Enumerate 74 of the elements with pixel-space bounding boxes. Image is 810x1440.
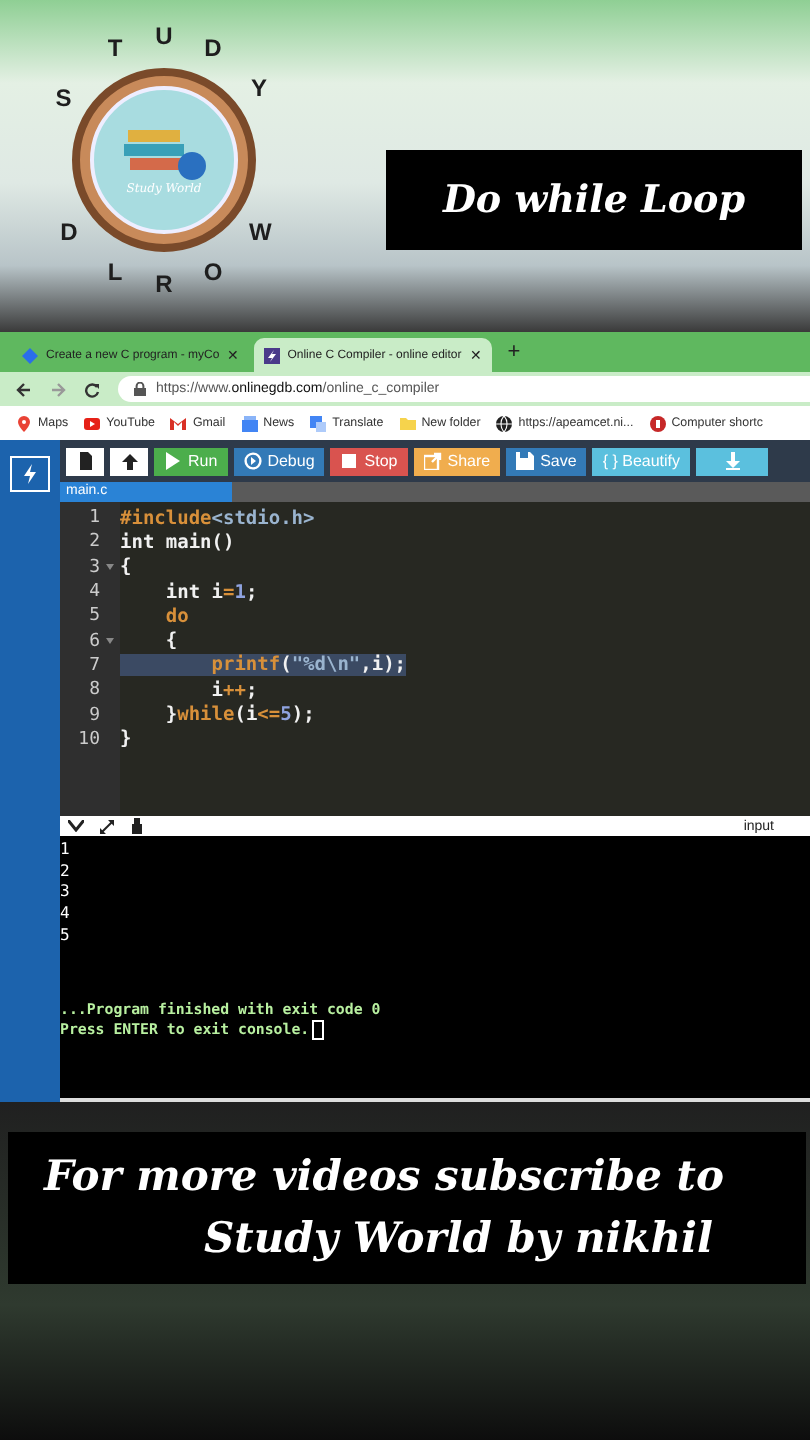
resize-icon bbox=[100, 819, 114, 833]
logo-letter: U bbox=[154, 22, 174, 50]
console-output: 4 bbox=[60, 904, 72, 926]
share-icon bbox=[423, 452, 442, 470]
play-icon bbox=[164, 452, 182, 470]
line-number: 6 bbox=[87, 631, 100, 652]
floppy-icon bbox=[516, 452, 535, 470]
diamond-icon bbox=[22, 347, 38, 363]
fold-caret-icon bbox=[106, 638, 114, 645]
file-icon bbox=[76, 452, 94, 470]
video-title: Do while Loop bbox=[386, 150, 802, 250]
map-pin-icon bbox=[16, 415, 32, 431]
console-output: 5 bbox=[60, 925, 72, 948]
line-number: 2 bbox=[87, 532, 100, 553]
logo-letter: R bbox=[154, 270, 174, 298]
clear-icon bbox=[130, 818, 144, 834]
books-icon bbox=[120, 125, 208, 181]
code-line: i++; bbox=[209, 679, 258, 702]
code-line: { bbox=[120, 556, 132, 579]
code-line: { bbox=[163, 630, 178, 653]
logo-letter: S bbox=[53, 84, 74, 112]
logo-letter: D bbox=[58, 217, 79, 246]
lock-icon bbox=[134, 382, 146, 396]
icon-button[interactable] bbox=[66, 447, 104, 475]
icon-button[interactable] bbox=[696, 447, 769, 475]
icon-button[interactable] bbox=[110, 447, 148, 475]
app-logo-icon[interactable] bbox=[10, 456, 50, 492]
code-line: int main() bbox=[120, 531, 235, 554]
text-cursor bbox=[311, 1020, 324, 1041]
logo-letter: W bbox=[249, 217, 269, 246]
line-number: 8 bbox=[87, 680, 100, 701]
console-output: 3 bbox=[60, 882, 72, 905]
logo-letter: O bbox=[203, 258, 223, 287]
reload-icon bbox=[84, 381, 100, 397]
line-number: 9 bbox=[87, 705, 100, 726]
back-icon bbox=[16, 381, 32, 397]
translate-icon bbox=[310, 415, 327, 431]
line-number: 4 bbox=[87, 582, 100, 603]
code-line: do bbox=[163, 605, 189, 628]
new-tab-button[interactable]: + bbox=[495, 340, 533, 364]
logo-letter: T bbox=[105, 33, 125, 62]
logo-letter: D bbox=[203, 33, 223, 62]
debug-icon bbox=[243, 452, 262, 470]
mail-icon bbox=[170, 415, 187, 431]
console-output: 1 bbox=[60, 840, 72, 862]
globe-icon bbox=[496, 415, 513, 431]
logo-letter: Y bbox=[249, 74, 269, 103]
line-number: 10 bbox=[76, 729, 100, 750]
line-number: 3 bbox=[87, 557, 100, 578]
stop-icon bbox=[340, 452, 359, 470]
toolbar-button[interactable]: Debug bbox=[233, 447, 325, 475]
line-number: 7 bbox=[87, 655, 100, 676]
code-line: }while(i<=5); bbox=[163, 704, 315, 727]
newspaper-icon bbox=[241, 415, 258, 431]
console-output: 2 bbox=[60, 861, 72, 883]
download-icon bbox=[723, 452, 742, 470]
upload-icon bbox=[120, 452, 138, 470]
banner-text: For more videos subscribe to bbox=[44, 1148, 726, 1204]
folder-icon bbox=[399, 415, 416, 431]
circle-logo-icon bbox=[649, 415, 666, 431]
logo-letter: L bbox=[105, 258, 125, 287]
line-number: 5 bbox=[87, 606, 100, 627]
play-icon bbox=[84, 415, 101, 431]
chevron-down-icon bbox=[68, 820, 84, 832]
forward-icon bbox=[50, 381, 66, 397]
toolbar-button[interactable]: Stop bbox=[330, 447, 408, 475]
code-line: #include<stdio.h> bbox=[120, 507, 315, 530]
line-number: 1 bbox=[87, 508, 100, 529]
toolbar-button[interactable]: Save bbox=[506, 447, 587, 475]
banner-text: Study World by nikhil bbox=[202, 1210, 715, 1266]
code-line: } bbox=[120, 728, 132, 751]
lightning-icon bbox=[263, 347, 280, 363]
code-line: int i=1; bbox=[163, 581, 258, 604]
fold-caret-icon bbox=[106, 564, 114, 571]
